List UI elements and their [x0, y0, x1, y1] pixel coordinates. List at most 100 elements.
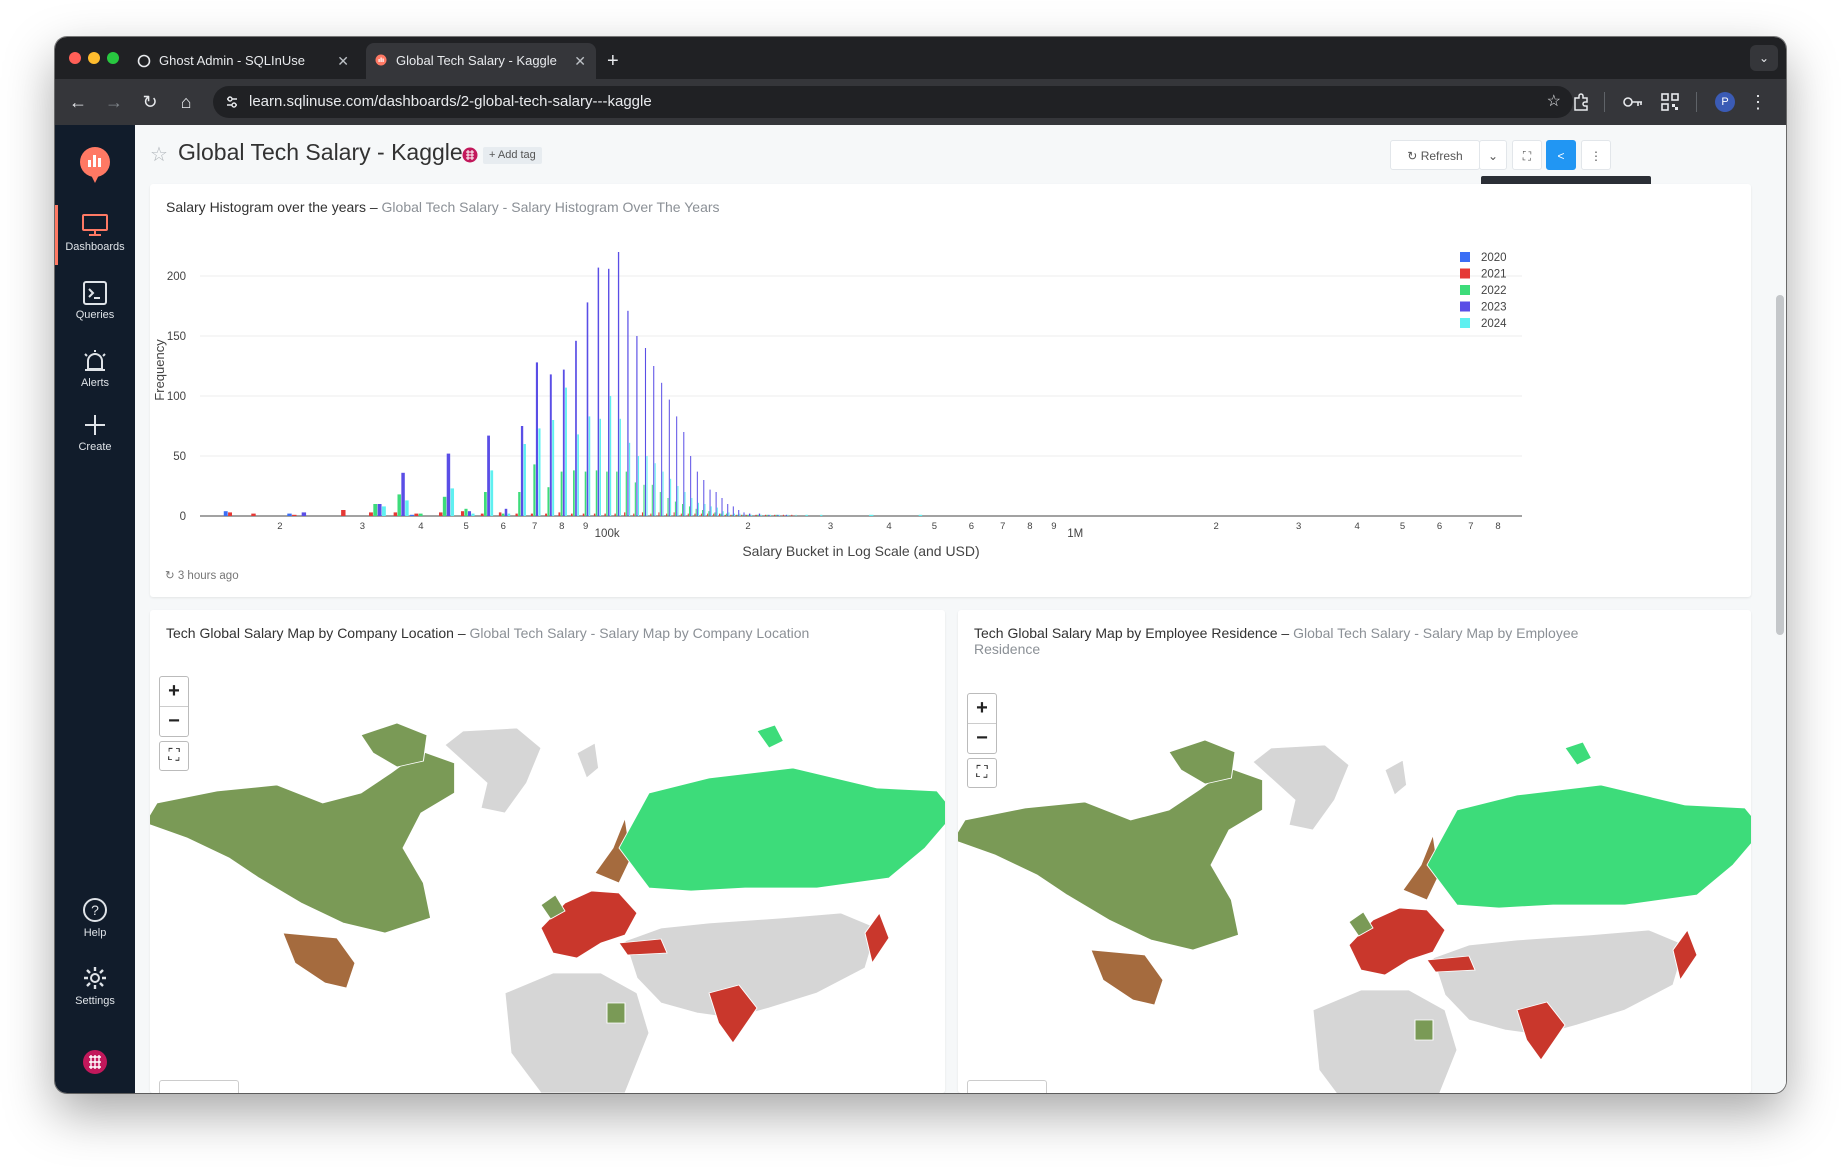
histogram-bar	[805, 514, 808, 516]
histogram-bar	[677, 486, 679, 516]
zoom-in-button[interactable]: +	[968, 694, 996, 724]
histogram-bar	[608, 268, 610, 516]
gear-icon	[84, 967, 106, 989]
choropleth-map[interactable]	[958, 690, 1751, 1093]
histogram-bar	[565, 387, 567, 516]
histogram-bar	[414, 513, 419, 516]
histogram-bar	[682, 504, 684, 516]
close-tab-icon[interactable]: ✕	[337, 43, 349, 79]
histogram-bar	[515, 513, 518, 516]
zoom-out-button[interactable]: −	[160, 707, 188, 736]
histogram-bar	[700, 513, 702, 516]
histogram-bar	[769, 514, 772, 516]
zoom-out-button[interactable]: −	[968, 724, 996, 753]
histogram-bar	[460, 511, 465, 516]
page-title: Global Tech Salary - Kaggle	[178, 139, 463, 165]
tab-global-tech-salary[interactable]: Global Tech Salary - Kaggle ✕	[366, 43, 596, 79]
histogram-bar	[687, 513, 689, 516]
histogram-bar	[520, 426, 524, 516]
extensions-icon[interactable]	[1571, 92, 1591, 112]
close-tab-icon[interactable]: ✕	[574, 43, 586, 79]
histogram-bar	[633, 513, 635, 516]
histogram-chart[interactable]: 0 50 100 150 200 2 3 4 5 6 7 8 9 100k 2 3 4 5 6 7 8 9 1M 2 3 4 5 6 7…	[150, 184, 1751, 564]
histogram-bar	[734, 513, 736, 516]
user-avatar[interactable]	[82, 1049, 108, 1075]
browser-menu-icon[interactable]: ⋮	[1749, 79, 1767, 125]
sidebar-item-create[interactable]: Create	[55, 413, 135, 453]
address-bar[interactable]: learn.sqlinuse.com/dashboards/2-global-t…	[213, 86, 1573, 118]
redash-favicon-icon	[375, 54, 387, 66]
share-button[interactable]: <	[1546, 140, 1576, 170]
x-tick-label: 8	[1027, 521, 1032, 532]
page-scrollbar[interactable]	[1776, 295, 1784, 635]
tab-search-chevron-icon[interactable]: ⌄	[1750, 45, 1778, 71]
redash-logo-icon[interactable]	[77, 145, 113, 185]
x-tick-label: 5	[932, 521, 937, 532]
histogram-bar	[625, 471, 627, 516]
histogram-bar	[418, 513, 423, 516]
histogram-bar	[667, 498, 669, 516]
histogram-bar	[619, 418, 621, 516]
new-tab-icon[interactable]: +	[607, 43, 619, 79]
histogram-bar	[727, 504, 729, 516]
egypt-region[interactable]	[1414, 1019, 1434, 1041]
tab-ghost-admin[interactable]: Ghost Admin - SQLInUse ✕	[129, 43, 359, 79]
close-window-button[interactable]	[69, 52, 81, 64]
title-separator: –	[457, 625, 466, 641]
histogram-bar	[558, 512, 561, 516]
histogram-bar	[741, 514, 743, 516]
refresh-schedule-dropdown[interactable]: ⌄	[1479, 140, 1507, 170]
minimize-window-button[interactable]	[88, 52, 100, 64]
histogram-bar	[707, 513, 709, 516]
password-key-icon[interactable]	[1622, 92, 1644, 112]
qr-code-icon[interactable]	[1660, 92, 1680, 112]
sidebar-item-dashboards[interactable]: Dashboards	[55, 213, 135, 253]
widget-query-name[interactable]: Global Tech Salary - Salary Map by Emplo…	[1293, 625, 1578, 641]
zoom-in-button[interactable]: +	[160, 677, 188, 707]
refresh-button[interactable]: ↻ Refresh	[1390, 140, 1480, 170]
forward-arrow-icon[interactable]: →	[99, 79, 129, 125]
histogram-bar	[552, 420, 555, 516]
map-fullscreen-icon[interactable]: ⛶	[159, 741, 189, 771]
widget-query-name[interactable]: Global Tech Salary - Salary Map by Compa…	[470, 625, 810, 641]
widget-title-text[interactable]: Tech Global Salary Map by Company Locati…	[166, 625, 454, 641]
x-tick-label: 7	[1468, 521, 1473, 532]
reload-icon[interactable]: ↻	[135, 79, 165, 125]
toolbar-divider	[1604, 92, 1605, 112]
maximize-window-button[interactable]	[107, 52, 119, 64]
map-legend	[967, 1080, 1047, 1093]
x-tick-label: 5	[1400, 521, 1405, 532]
updated-timestamp: ↻ 3 hours ago	[165, 568, 239, 582]
favorite-star-icon[interactable]: ☆	[150, 142, 168, 167]
fullscreen-button[interactable]: ⛶	[1512, 140, 1542, 170]
x-tick-label: 2	[277, 521, 282, 532]
plus-icon	[85, 415, 105, 435]
home-icon[interactable]: ⌂	[171, 79, 201, 125]
sidebar-item-alerts[interactable]: Alerts	[55, 349, 135, 389]
histogram-bar	[758, 513, 761, 516]
histogram-bar	[501, 513, 505, 516]
sidebar-item-settings[interactable]: Settings	[55, 965, 135, 1007]
histogram-bar	[604, 513, 606, 516]
sidebar-item-help[interactable]: ? Help	[55, 897, 135, 939]
africa-region[interactable]	[1312, 989, 1458, 1093]
choropleth-map[interactable]	[150, 673, 945, 1093]
widget-query-name-continued[interactable]: Residence	[974, 641, 1040, 657]
profile-avatar[interactable]: P	[1715, 92, 1735, 112]
back-arrow-icon[interactable]: ←	[63, 79, 93, 125]
histogram-bar	[738, 510, 740, 516]
sidebar-item-queries[interactable]: Queries	[55, 281, 135, 321]
egypt-region[interactable]	[606, 1002, 626, 1024]
histogram-bar	[709, 489, 711, 516]
widget-title-text[interactable]: Tech Global Salary Map by Employee Resid…	[974, 625, 1278, 641]
site-info-icon[interactable]	[225, 95, 239, 109]
map-fullscreen-icon[interactable]: ⛶	[967, 758, 997, 788]
more-options-button[interactable]: ⋮	[1581, 140, 1611, 170]
histogram-bar	[764, 514, 767, 516]
histogram-bar	[778, 514, 780, 516]
add-tag-button[interactable]: + Add tag	[483, 147, 542, 164]
histogram-bar	[627, 310, 629, 516]
y-tick-label: 150	[167, 331, 186, 343]
bookmark-star-icon[interactable]: ☆	[1547, 86, 1561, 118]
legend-label: 2020	[1481, 252, 1507, 264]
